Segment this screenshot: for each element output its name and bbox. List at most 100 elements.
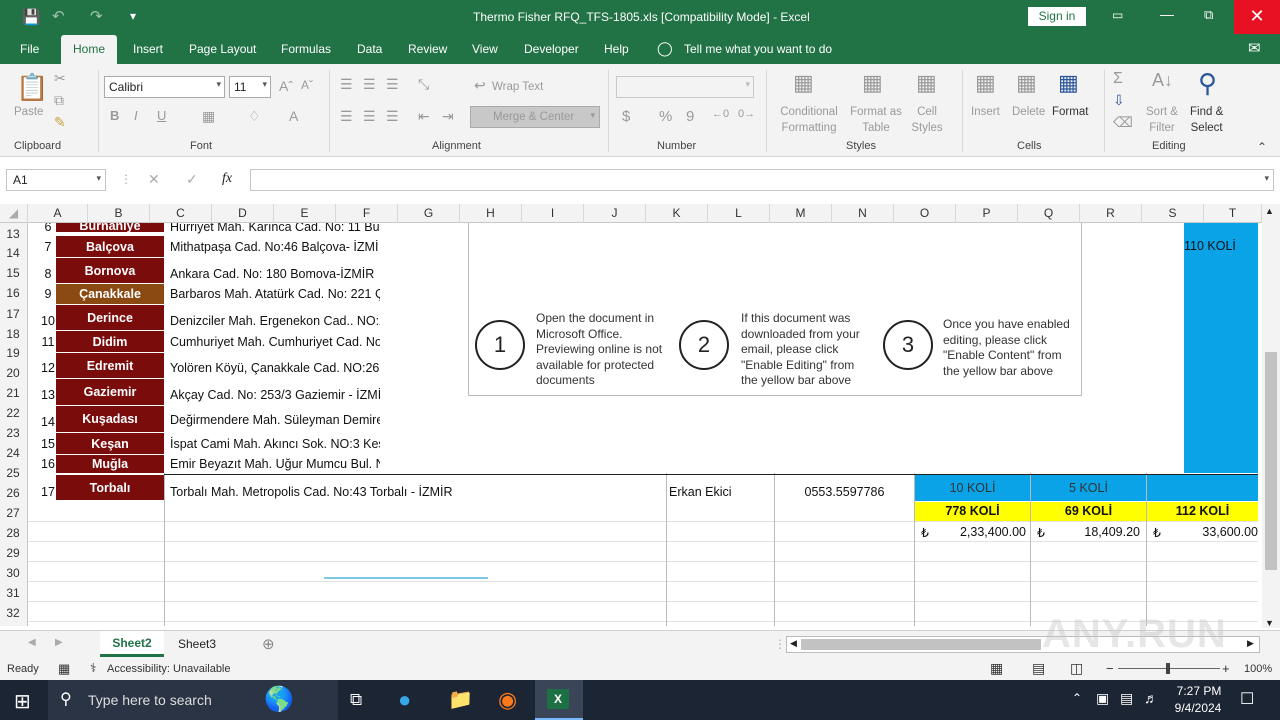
zoom-level[interactable]: 100% — [1244, 663, 1272, 675]
volume-icon[interactable]: ♬ — [1144, 690, 1158, 706]
next-sheet-icon[interactable]: ▶ — [55, 637, 63, 648]
zoom-slider-thumb[interactable] — [1166, 663, 1170, 674]
tab-file[interactable]: File — [20, 42, 39, 56]
italic-button[interactable]: I — [134, 108, 138, 123]
column-header[interactable]: F — [336, 204, 398, 223]
autosum-icon[interactable]: Σ — [1113, 70, 1123, 88]
address-cell[interactable]: İspat Cami Mah. Akıncı Sok. NO:3 Keş — [170, 437, 380, 451]
column-header[interactable]: A — [28, 204, 88, 223]
format-painter-icon[interactable]: ✎ — [54, 114, 66, 131]
minimize-icon[interactable]: — — [1160, 6, 1174, 22]
row-number[interactable]: 8 — [38, 267, 58, 281]
tab-data[interactable]: Data — [357, 42, 382, 56]
row-header[interactable]: 18 — [0, 327, 26, 341]
row-number[interactable]: 15 — [38, 437, 58, 451]
name-box[interactable]: A1 ▾ — [6, 169, 106, 191]
fill-icon[interactable]: ⇩ — [1113, 92, 1125, 109]
scroll-down-icon[interactable]: ▼ — [1265, 618, 1274, 628]
tab-formulas[interactable]: Formulas — [281, 42, 331, 56]
comments-icon[interactable]: ✉ — [1248, 39, 1261, 57]
clear-icon[interactable]: ⌫ — [1113, 114, 1133, 131]
row-number[interactable]: 12 — [38, 361, 58, 375]
formula-input[interactable]: ▾ — [250, 169, 1274, 191]
city-cell[interactable]: Torbalı — [56, 475, 164, 501]
amount-cell[interactable]: 33,600.00 — [1170, 525, 1258, 539]
column-header[interactable]: J — [584, 204, 646, 223]
row-number[interactable]: 6 — [38, 223, 58, 234]
delete-cells-button[interactable]: Delete — [1012, 104, 1045, 120]
row-number[interactable]: 14 — [38, 415, 58, 429]
accessibility-icon[interactable]: ⚕ — [90, 661, 97, 675]
cell-styles-button[interactable]: Cell Styles — [903, 104, 951, 136]
network-icon[interactable]: ▤ — [1120, 690, 1133, 707]
address-cell[interactable]: Hürriyet Mah. Karınca Cad. No: 11 Bu — [170, 223, 380, 234]
row-number[interactable]: 13 — [38, 388, 58, 402]
city-cell[interactable]: Didim — [56, 331, 164, 353]
increase-decimal-icon[interactable]: ←0 — [712, 108, 729, 120]
tell-me-search[interactable]: Tell me what you want to do — [684, 42, 832, 56]
wrap-text-button[interactable]: Wrap Text — [492, 79, 543, 95]
row-header[interactable]: 25 — [0, 466, 26, 480]
percent-button[interactable]: % — [659, 108, 672, 125]
column-header[interactable]: R — [1080, 204, 1142, 223]
tab-help[interactable]: Help — [604, 42, 629, 56]
insert-function-button[interactable]: fx — [222, 171, 232, 187]
excel-taskbar-button[interactable]: X — [535, 680, 583, 720]
address-cell[interactable]: Denizciler Mah. Ergenekon Cad.. NO:2 — [170, 314, 380, 328]
font-name-combo[interactable]: Calibri ▾ — [104, 76, 225, 98]
align-right-icon[interactable]: ☰ — [386, 108, 399, 125]
borders-icon[interactable]: ▦ — [202, 108, 215, 125]
currency-button[interactable]: $ — [622, 108, 630, 125]
row-header[interactable]: 23 — [0, 426, 26, 440]
clock-time[interactable]: 7:27 PM — [1176, 684, 1222, 698]
city-cell[interactable]: Muğla — [56, 455, 164, 474]
row-number[interactable]: 10 — [38, 314, 58, 328]
sort-filter-button[interactable]: Sort & Filter — [1146, 104, 1178, 136]
total-koli-cell[interactable]: 778 KOLİ — [915, 502, 1030, 521]
tab-insert[interactable]: Insert — [133, 42, 163, 56]
column-header[interactable]: Q — [1018, 204, 1080, 223]
task-view-icon[interactable]: ⧉ — [350, 690, 362, 710]
enter-icon[interactable]: ✓ — [186, 171, 198, 188]
font-color-icon[interactable]: A — [289, 108, 298, 124]
address-cell[interactable]: Emir Beyazıt Mah. Uğur Mumcu Bul. N — [170, 457, 380, 471]
amount-cell[interactable]: 18,409.20 — [1054, 525, 1140, 539]
format-as-table-button[interactable]: Format as Table — [846, 104, 906, 136]
firefox-icon[interactable]: ◉ — [498, 687, 517, 713]
row-number[interactable]: 9 — [38, 287, 58, 301]
save-icon[interactable]: 💾 — [22, 8, 41, 26]
address-cell[interactable]: Torbalı Mah. Metropolis Cad. No:43 Torba… — [170, 485, 660, 499]
address-cell[interactable]: Değirmendere Mah. Süleyman Demire — [170, 413, 380, 427]
city-cell[interactable]: Kuşadası — [56, 406, 164, 433]
ribbon-display-icon[interactable]: ▭ — [1112, 8, 1123, 22]
column-header[interactable]: T — [1204, 204, 1262, 223]
conditional-formatting-icon[interactable]: ▦ — [793, 70, 814, 96]
column-header[interactable]: B — [88, 204, 150, 223]
find-select-icon[interactable]: ⚲ — [1198, 68, 1217, 99]
column-header[interactable]: E — [274, 204, 336, 223]
address-cell[interactable]: Barbaros Mah. Atatürk Cad. No: 221 Ç — [170, 287, 380, 301]
city-cell[interactable]: Balçova — [56, 236, 164, 258]
city-cell[interactable]: Burnaniye — [56, 223, 164, 233]
insert-cells-icon[interactable]: ▦ — [975, 70, 996, 96]
city-cell[interactable]: Gaziemir — [56, 379, 164, 406]
row-number[interactable]: 17 — [38, 485, 58, 499]
column-header[interactable]: G — [398, 204, 460, 223]
collapse-ribbon-icon[interactable]: ⌃ — [1257, 140, 1267, 154]
scroll-right-icon[interactable]: ▶ — [1247, 638, 1254, 649]
column-header[interactable]: M — [770, 204, 832, 223]
total-koli-cell[interactable]: 112 KOLİ — [1147, 502, 1258, 521]
bold-button[interactable]: B — [110, 108, 119, 123]
zoom-out-icon[interactable]: − — [1106, 661, 1114, 676]
row-header[interactable]: 28 — [0, 526, 26, 540]
row-header[interactable]: 13 — [0, 227, 26, 241]
align-left-icon[interactable]: ☰ — [340, 108, 353, 125]
insert-cells-button[interactable]: Insert — [971, 104, 1000, 120]
city-cell[interactable]: Derince — [56, 305, 164, 331]
column-header[interactable]: L — [708, 204, 770, 223]
column-header[interactable]: C — [150, 204, 212, 223]
format-as-table-icon[interactable]: ▦ — [862, 70, 883, 96]
grow-font-icon[interactable]: Aˆ — [279, 78, 293, 94]
customize-qat-icon[interactable]: ▾ — [130, 9, 136, 23]
row-header[interactable]: 26 — [0, 486, 26, 500]
